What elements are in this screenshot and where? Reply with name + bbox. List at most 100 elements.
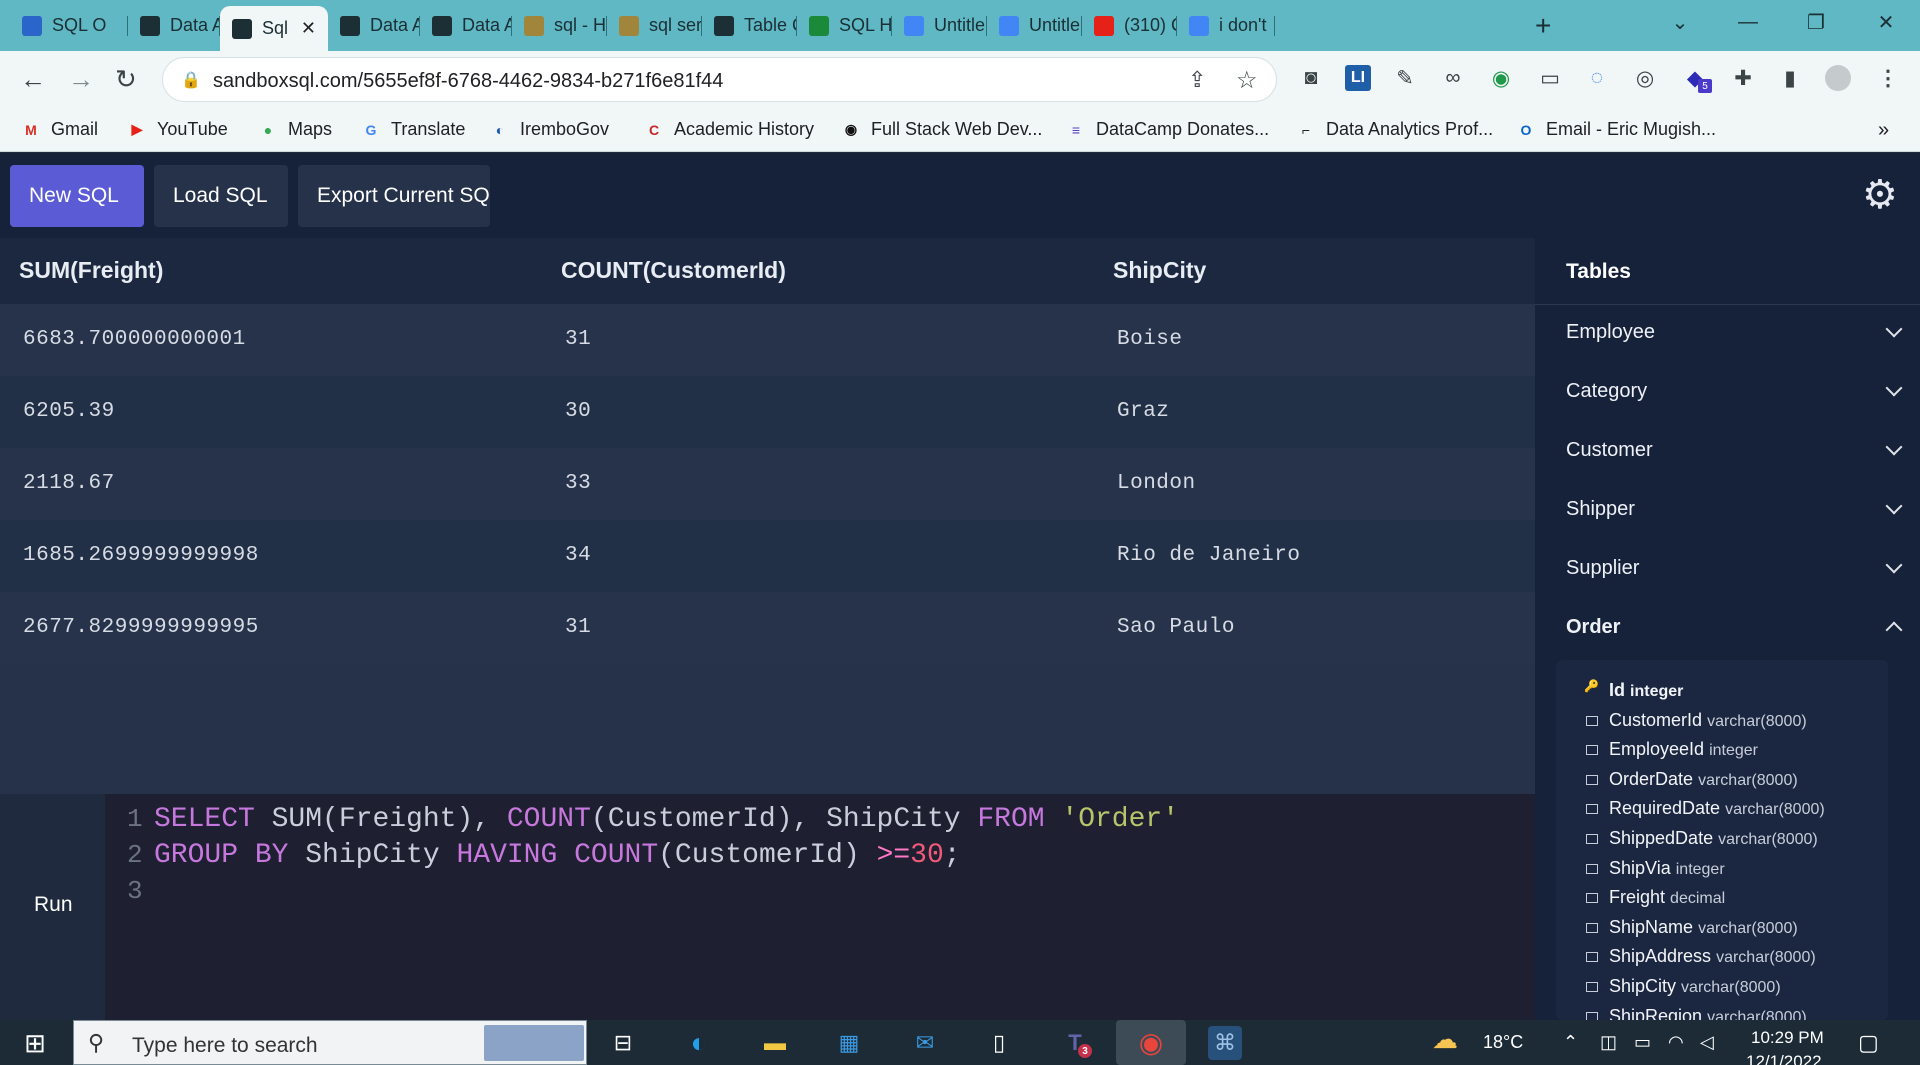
taskbar-search[interactable]: ⚲ Type here to search bbox=[73, 1020, 587, 1065]
column-item[interactable]: EmployeeId integer bbox=[1609, 739, 1758, 760]
chevron-down-icon[interactable] bbox=[1885, 320, 1903, 338]
chevron-down-icon[interactable] bbox=[1885, 379, 1903, 397]
wifi-icon[interactable]: ◠ bbox=[1668, 1032, 1684, 1053]
task-view-icon[interactable]: ⊟ bbox=[606, 1026, 640, 1060]
grammarly-extension-icon[interactable]: ◉ bbox=[1488, 65, 1514, 91]
browser-tab[interactable]: SQL O bbox=[10, 8, 128, 43]
profile-avatar[interactable] bbox=[1825, 65, 1851, 91]
weather-icon[interactable]: ☁ bbox=[1432, 1024, 1458, 1055]
tab-search-icon[interactable]: ⌄ bbox=[1650, 0, 1710, 44]
column-item[interactable]: ShipCity varchar(8000) bbox=[1609, 976, 1781, 997]
column-item[interactable]: ShipVia integer bbox=[1609, 858, 1725, 879]
column-item[interactable]: Freight decimal bbox=[1609, 887, 1725, 908]
new-sql-button[interactable]: New SQL bbox=[10, 165, 144, 227]
notifications-icon[interactable]: ▢ bbox=[1858, 1030, 1879, 1056]
close-window-icon[interactable]: ✕ bbox=[1856, 0, 1916, 44]
browser-tab[interactable]: Table C bbox=[702, 8, 797, 43]
table-row[interactable]: 6683.700000000001 31 Boise bbox=[0, 304, 1535, 376]
tray-app-icon[interactable]: ◫ bbox=[1600, 1032, 1617, 1053]
code-line-1[interactable]: SELECT SUM(Freight), COUNT(CustomerId), … bbox=[154, 804, 1179, 835]
weather-temp[interactable]: 18°C bbox=[1483, 1032, 1523, 1053]
screenshot-extension-icon[interactable]: ◙ bbox=[1298, 65, 1324, 91]
sidebar-table-category[interactable]: Category bbox=[1566, 380, 1647, 403]
back-icon[interactable]: ← bbox=[20, 65, 46, 93]
clock-date[interactable]: 12/1/2022 bbox=[1746, 1052, 1822, 1065]
table-row[interactable]: 2118.67 33 London bbox=[0, 448, 1535, 520]
browser-tab[interactable]: (310) C bbox=[1082, 8, 1177, 43]
chevron-down-icon[interactable] bbox=[1885, 497, 1903, 515]
bookmark-item[interactable]: ● Maps bbox=[258, 119, 332, 140]
bookmark-item[interactable]: ◉ Full Stack Web Dev... bbox=[841, 119, 1043, 140]
link-extension-icon[interactable]: ∞ bbox=[1440, 65, 1466, 91]
code-line-2[interactable]: GROUP BY ShipCity HAVING COUNT(CustomerI… bbox=[154, 840, 961, 871]
reload-icon[interactable]: ↻ bbox=[115, 65, 137, 93]
record-extension-icon[interactable]: ◎ bbox=[1632, 65, 1658, 91]
table-row[interactable]: 2677.8299999999995 31 Sao Paulo bbox=[0, 592, 1535, 664]
table-row[interactable]: 1685.2699999999998 34 Rio de Janeiro bbox=[0, 520, 1535, 592]
share-icon[interactable]: ⇪ bbox=[1188, 67, 1206, 93]
table-row[interactable]: 6205.39 30 Graz bbox=[0, 376, 1535, 448]
minimize-icon[interactable]: — bbox=[1718, 0, 1778, 44]
chevron-up-icon[interactable] bbox=[1885, 621, 1903, 639]
column-item[interactable]: ShipName varchar(8000) bbox=[1609, 917, 1798, 938]
eyedropper-extension-icon[interactable]: ✎ bbox=[1392, 65, 1418, 91]
restore-icon[interactable]: ❐ bbox=[1786, 0, 1846, 44]
browser-tab[interactable]: SQL H bbox=[797, 8, 892, 43]
column-item[interactable]: RequiredDate varchar(8000) bbox=[1609, 798, 1825, 819]
clock-time[interactable]: 10:29 PM bbox=[1751, 1028, 1824, 1048]
tray-chevron-icon[interactable]: ⌃ bbox=[1563, 1032, 1578, 1053]
store-icon[interactable]: ▦ bbox=[832, 1026, 866, 1060]
browser-tab[interactable]: Untitle bbox=[987, 8, 1082, 43]
browser-tab[interactable]: sql - H bbox=[512, 8, 607, 43]
browser-tab[interactable]: sql ser bbox=[607, 8, 702, 43]
browser-tab[interactable]: Data A bbox=[420, 8, 512, 43]
sidebar-table-employee[interactable]: Employee bbox=[1566, 321, 1655, 344]
bookmark-item[interactable]: ◐ IremboGov bbox=[490, 119, 609, 140]
forward-icon[interactable]: → bbox=[68, 65, 94, 93]
column-item[interactable]: ShipAddress varchar(8000) bbox=[1609, 946, 1816, 967]
extensions-puzzle-icon[interactable]: ✚ bbox=[1730, 65, 1756, 91]
side-panel-icon[interactable]: ▮ bbox=[1777, 65, 1803, 91]
load-sql-button[interactable]: Load SQL bbox=[154, 165, 288, 227]
run-button[interactable]: Run bbox=[34, 893, 73, 917]
column-item[interactable]: OrderDate varchar(8000) bbox=[1609, 769, 1798, 790]
browser-tab[interactable]: Sql ✕ bbox=[220, 6, 328, 51]
volume-icon[interactable]: ◁ bbox=[1700, 1032, 1714, 1053]
sidebar-table-shipper[interactable]: Shipper bbox=[1566, 498, 1635, 521]
close-tab-icon[interactable]: ✕ bbox=[301, 18, 316, 39]
bookmark-item[interactable]: C Academic History bbox=[644, 119, 814, 140]
chrome-icon[interactable]: ◉ bbox=[1116, 1020, 1186, 1065]
notepad-icon[interactable]: ▯ bbox=[982, 1026, 1016, 1060]
bookmark-item[interactable]: ≡ DataCamp Donates... bbox=[1066, 119, 1269, 140]
browser-tab[interactable]: Untitle bbox=[892, 8, 987, 43]
export-sql-button[interactable]: Export Current SQ bbox=[298, 165, 490, 227]
browser-tab[interactable]: Data A bbox=[328, 8, 420, 43]
li-extension-icon[interactable]: LI bbox=[1345, 65, 1371, 91]
loader-extension-icon[interactable]: ◌ bbox=[1584, 65, 1610, 91]
edge-icon[interactable]: ◐ bbox=[682, 1026, 716, 1060]
file-explorer-icon[interactable]: ▬ bbox=[758, 1026, 792, 1060]
browser-tab[interactable]: Data A bbox=[128, 8, 220, 43]
browser-menu-icon[interactable]: ⋮ bbox=[1875, 65, 1901, 91]
sidebar-table-supplier[interactable]: Supplier bbox=[1566, 557, 1639, 580]
chevron-down-icon[interactable] bbox=[1885, 438, 1903, 456]
column-item[interactable]: ShippedDate varchar(8000) bbox=[1609, 828, 1818, 849]
bookmark-item[interactable]: G Translate bbox=[361, 119, 466, 140]
column-item[interactable]: CustomerId varchar(8000) bbox=[1609, 710, 1807, 731]
chevron-down-icon[interactable] bbox=[1885, 556, 1903, 574]
column-item[interactable]: ShipRegion varchar(8000) bbox=[1609, 1006, 1807, 1020]
browser-tab[interactable]: i don't bbox=[1177, 8, 1275, 43]
more-bookmarks-icon[interactable]: » bbox=[1878, 119, 1889, 142]
sidebar-table-customer[interactable]: Customer bbox=[1566, 439, 1653, 462]
bookmark-item[interactable]: M Gmail bbox=[21, 119, 98, 140]
bookmark-item[interactable]: ⌐ Data Analytics Prof... bbox=[1296, 119, 1493, 140]
settings-gear-icon[interactable]: ⚙ bbox=[1862, 173, 1898, 217]
bookmark-star-icon[interactable]: ☆ bbox=[1236, 66, 1258, 95]
address-bar[interactable]: 🔒 sandboxsql.com/5655ef8f-6768-4462-9834… bbox=[162, 57, 1277, 102]
new-tab-button[interactable]: + bbox=[1535, 8, 1565, 43]
graduation-extension-icon[interactable]: ◆ 5 bbox=[1682, 65, 1712, 93]
bookmark-item[interactable]: ▶ YouTube bbox=[127, 119, 228, 140]
bookmark-item[interactable]: O Email - Eric Mugish... bbox=[1516, 119, 1717, 140]
mail-icon[interactable]: ✉ bbox=[908, 1026, 942, 1060]
battery-icon[interactable]: ▭ bbox=[1634, 1032, 1651, 1053]
